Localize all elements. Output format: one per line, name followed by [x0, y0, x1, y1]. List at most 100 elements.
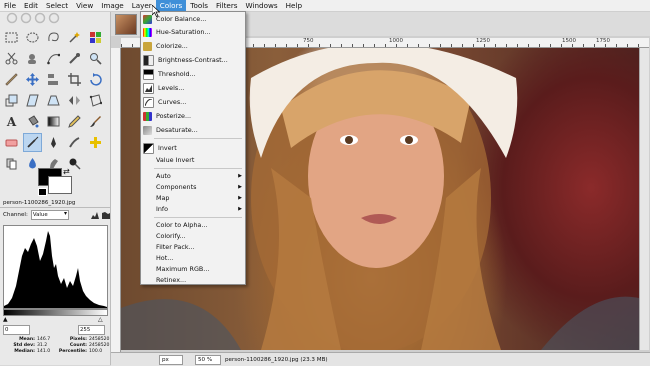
range-left-handle[interactable]: ▲: [3, 316, 8, 323]
blank-icon: [143, 194, 152, 203]
measure-icon[interactable]: [2, 70, 21, 89]
flip-icon[interactable]: [65, 91, 84, 110]
range-min-input[interactable]: 0: [3, 325, 30, 335]
linear-histogram-icon[interactable]: [91, 211, 99, 219]
cage-transform-icon[interactable]: [86, 91, 105, 110]
stat-value: 141.0: [37, 349, 51, 354]
scale-icon[interactable]: [2, 91, 21, 110]
shear-icon[interactable]: [23, 91, 42, 110]
blank-icon: [143, 156, 152, 165]
menu-image[interactable]: Image: [97, 0, 128, 11]
ruler-label: 1750: [596, 38, 610, 44]
rect-select-icon[interactable]: [2, 28, 21, 47]
heal-icon[interactable]: [86, 133, 105, 152]
menubar: File Edit Select View Image Layer Colors…: [0, 0, 650, 12]
free-select-icon[interactable]: [44, 28, 63, 47]
menu-item-label: Color Balance...: [156, 15, 207, 23]
gradient-icon[interactable]: [44, 112, 63, 131]
paths-icon[interactable]: [44, 49, 63, 68]
menu-item-threshold[interactable]: Threshold...: [141, 68, 245, 80]
blank-icon: [143, 276, 152, 285]
scissors-icon[interactable]: [2, 49, 21, 68]
menu-item-label: Info: [156, 205, 169, 213]
menu-item-label: Colorize...: [156, 42, 188, 50]
menu-item-info[interactable]: Info ▶: [141, 203, 245, 215]
fuzzy-select-icon[interactable]: [65, 28, 84, 47]
menu-item-hue-saturation[interactable]: Hue-Saturation...: [141, 26, 245, 38]
histogram-tabbar: person-1100286_1920.jpg: [0, 198, 110, 208]
menu-item-label: Posterize...: [156, 112, 192, 120]
crop-icon[interactable]: [65, 70, 84, 89]
histogram-stats: Mean: 146.7 Pixels: 2458520 Std dev: 31.2 C…: [3, 337, 109, 355]
menu-item-label: Hot...: [156, 254, 174, 262]
airbrush-icon[interactable]: [23, 133, 42, 152]
menu-edit[interactable]: Edit: [20, 0, 42, 11]
histogram-panel: person-1100286_1920.jpg Channel: Value ▲…: [0, 198, 110, 365]
menu-item-levels[interactable]: Levels...: [141, 82, 245, 94]
menu-view[interactable]: View: [72, 0, 97, 11]
menu-colors[interactable]: Colors: [155, 0, 187, 11]
range-right-handle[interactable]: △: [98, 316, 103, 323]
select-by-color-icon[interactable]: [86, 28, 105, 47]
eraser-icon[interactable]: [2, 133, 21, 152]
menu-separator: [154, 217, 242, 218]
perspective-icon[interactable]: [44, 91, 63, 110]
vertical-scrollbar[interactable]: [639, 48, 649, 350]
submenu-arrow-icon: ▶: [238, 184, 242, 190]
clone-icon[interactable]: [2, 154, 21, 173]
menu-item-invert[interactable]: Invert: [141, 142, 245, 154]
background-color-swatch[interactable]: [48, 176, 72, 194]
menu-item-desaturate[interactable]: Desaturate...: [141, 124, 245, 136]
color-picker-icon[interactable]: [65, 49, 84, 68]
zoom-icon[interactable]: [86, 49, 105, 68]
brightness-contrast-icon: [143, 54, 154, 66]
zoom-select[interactable]: 50 %: [195, 354, 221, 365]
tool-grid: A: [2, 28, 106, 175]
blank-icon: [143, 265, 152, 274]
log-histogram-icon[interactable]: [102, 211, 110, 219]
menu-select[interactable]: Select: [42, 0, 72, 11]
paintbrush-icon[interactable]: [86, 112, 105, 131]
menu-item-label: Maximum RGB...: [156, 265, 210, 273]
blank-icon: [143, 243, 152, 252]
default-colors-icon[interactable]: [38, 188, 47, 196]
align-icon[interactable]: [44, 70, 63, 89]
status-bar: px 50 % person-1100286_1920.jpg (23.3 MB…: [111, 352, 650, 366]
menu-item-curves[interactable]: Curves...: [141, 96, 245, 108]
ellipse-select-icon[interactable]: [23, 28, 42, 47]
bucket-fill-icon[interactable]: [23, 112, 42, 131]
rotate-icon[interactable]: [86, 70, 105, 89]
colors-menu: Color Balance... Hue-Saturation... Color…: [140, 11, 246, 285]
move-icon[interactable]: [23, 70, 42, 89]
invert-icon: [143, 142, 154, 154]
value-gradient-bar: [3, 309, 108, 316]
menu-file[interactable]: File: [0, 0, 20, 11]
swap-colors-icon[interactable]: ⇄: [63, 167, 70, 176]
ink-icon[interactable]: [44, 133, 63, 152]
menu-item-posterize[interactable]: Posterize...: [141, 110, 245, 122]
foreground-select-icon[interactable]: [23, 49, 42, 68]
text-icon[interactable]: A: [2, 112, 21, 131]
menu-help[interactable]: Help: [282, 0, 306, 11]
blank-icon: [143, 232, 152, 241]
menu-tools[interactable]: Tools: [186, 0, 212, 11]
menu-item-label: Color to Alpha...: [156, 221, 208, 229]
menu-windows[interactable]: Windows: [242, 0, 282, 11]
desaturate-icon: [143, 125, 152, 135]
menu-item-label: Auto: [156, 172, 171, 180]
image-tab-thumbnail[interactable]: [115, 14, 137, 35]
menu-filters[interactable]: Filters: [212, 0, 242, 11]
channel-select[interactable]: Value: [30, 209, 69, 220]
pencil-icon[interactable]: [65, 112, 84, 131]
menu-item-label: Components: [156, 183, 197, 191]
menu-item-colorize[interactable]: Colorize...: [141, 40, 245, 52]
submenu-arrow-icon: ▶: [238, 173, 242, 179]
ruler-label: 750: [303, 38, 314, 44]
menu-item-brightness-contrast[interactable]: Brightness-Contrast...: [141, 54, 245, 66]
menu-item-value-invert[interactable]: Value Invert: [141, 154, 245, 166]
range-max-input[interactable]: 255: [78, 325, 105, 335]
unit-select[interactable]: px: [159, 354, 183, 365]
mypaint-brush-icon[interactable]: [65, 133, 84, 152]
curves-icon: [143, 96, 154, 108]
menu-item-retinex[interactable]: Retinex...: [141, 274, 245, 286]
